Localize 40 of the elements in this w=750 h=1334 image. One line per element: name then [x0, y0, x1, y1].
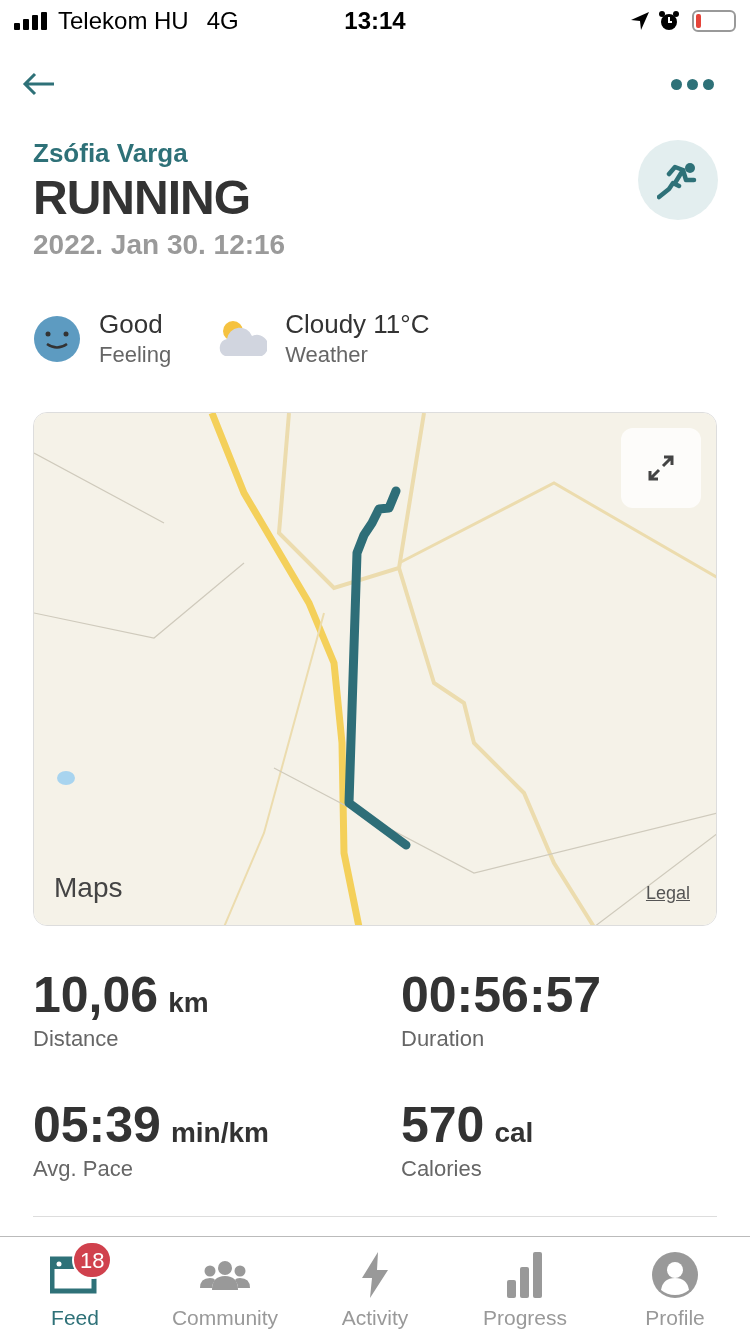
stat-value: 00:56:57: [401, 966, 602, 1024]
feeling-value: Good: [99, 308, 164, 340]
signal-icon: [14, 12, 48, 30]
smiley-icon: [33, 315, 81, 363]
weather-label: Weather: [285, 341, 369, 369]
battery-icon: [692, 10, 736, 32]
carrier-name: Telekom HU: [58, 6, 189, 36]
location-arrow-icon: [630, 11, 650, 31]
notification-badge: 18: [72, 1241, 113, 1279]
stat-value: 10,06: [33, 966, 159, 1024]
lightning-icon: [362, 1251, 388, 1299]
weather-value: Cloudy 11°C: [285, 308, 430, 340]
clock: 13:14: [344, 6, 406, 36]
route-map[interactable]: Maps Legal: [33, 412, 717, 926]
network-type: 4G: [206, 6, 239, 36]
athlete-name[interactable]: Zsófia Varga: [33, 136, 286, 170]
activity-title: RUNNING: [33, 170, 251, 226]
tab[interactable]: 18 Feed: [10, 1241, 140, 1331]
stat-label: Duration: [401, 1025, 486, 1053]
activity-date: 2022. Jan 30. 12:16: [33, 228, 286, 262]
stat-unit: min/km: [170, 1116, 269, 1150]
stat-label: Avg. Pace: [33, 1155, 134, 1183]
profile-icon: [652, 1251, 698, 1299]
stat-label: Calories: [401, 1155, 483, 1183]
maps-attribution: Maps: [54, 871, 123, 905]
expand-button[interactable]: [621, 428, 701, 508]
stat-label: Distance: [33, 1025, 120, 1053]
stat-unit: km: [168, 986, 209, 1020]
tab[interactable]: Activity: [310, 1241, 440, 1331]
stat-value: 570: [401, 1096, 485, 1154]
feeling-label: Feeling: [99, 341, 172, 369]
tab[interactable]: Progress: [460, 1241, 590, 1331]
stat-value: 05:39: [33, 1096, 161, 1154]
bar-chart-icon: [507, 1251, 543, 1299]
tab[interactable]: Profile: [610, 1241, 740, 1331]
tab[interactable]: Community: [160, 1241, 290, 1331]
sun-cloud-icon: [219, 319, 268, 359]
stat-unit: cal: [494, 1116, 534, 1150]
legal-link[interactable]: Legal: [645, 880, 690, 907]
alarm-clock-icon: [658, 10, 680, 32]
